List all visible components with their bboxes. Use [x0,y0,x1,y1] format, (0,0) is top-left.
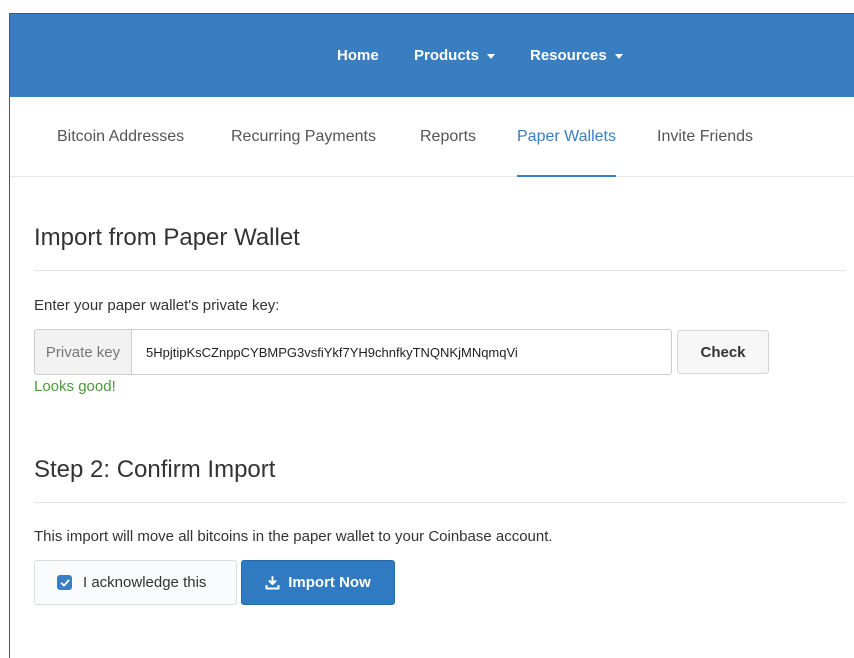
acknowledge-checkbox[interactable]: I acknowledge this [34,560,237,605]
nav-products-text[interactable]: Products [414,47,479,64]
nav-resources-label[interactable]: Resources [530,47,623,64]
divider [34,502,846,503]
import-section-title: Import from Paper Wallet [34,224,300,251]
nav-resources[interactable]: Resources [530,14,623,97]
download-tray-icon [265,575,280,589]
validation-message: Looks good! [34,378,116,395]
tab-recurring-payments[interactable]: Recurring Payments [231,97,376,177]
nav-home[interactable]: Home [337,14,379,97]
import-description: This import will move all bitcoins in th… [34,528,553,545]
tab-invite-friends[interactable]: Invite Friends [657,97,753,177]
confirm-section-title: Step 2: Confirm Import [34,456,276,483]
private-key-input-group: Private key [34,329,672,375]
nav-resources-text[interactable]: Resources [530,47,607,64]
checkmark-icon[interactable] [57,575,72,590]
private-key-addon: Private key [34,329,131,375]
nav-products[interactable]: Products [414,14,496,97]
tab-bitcoin-addresses[interactable]: Bitcoin Addresses [57,97,184,177]
private-key-input[interactable] [131,329,672,375]
top-navigation-bar: Home Products Resources [10,14,854,97]
private-key-prompt: Enter your paper wallet's private key: [34,297,280,314]
import-now-button[interactable]: Import Now [241,560,395,605]
tab-paper-wallets[interactable]: Paper Wallets [517,97,616,177]
acknowledge-label[interactable]: I acknowledge this [83,574,206,591]
caret-down-icon [487,54,496,59]
nav-products-label[interactable]: Products [414,47,496,64]
import-now-label[interactable]: Import Now [288,574,371,591]
check-button[interactable]: Check [677,330,769,374]
tab-reports[interactable]: Reports [420,97,476,177]
divider [34,270,846,271]
nav-home-label[interactable]: Home [337,47,379,64]
caret-down-icon [614,54,623,59]
account-tabs: Bitcoin Addresses Recurring Payments Rep… [10,97,854,177]
page: Home Products Resources Bitcoin Addresse… [0,0,854,658]
